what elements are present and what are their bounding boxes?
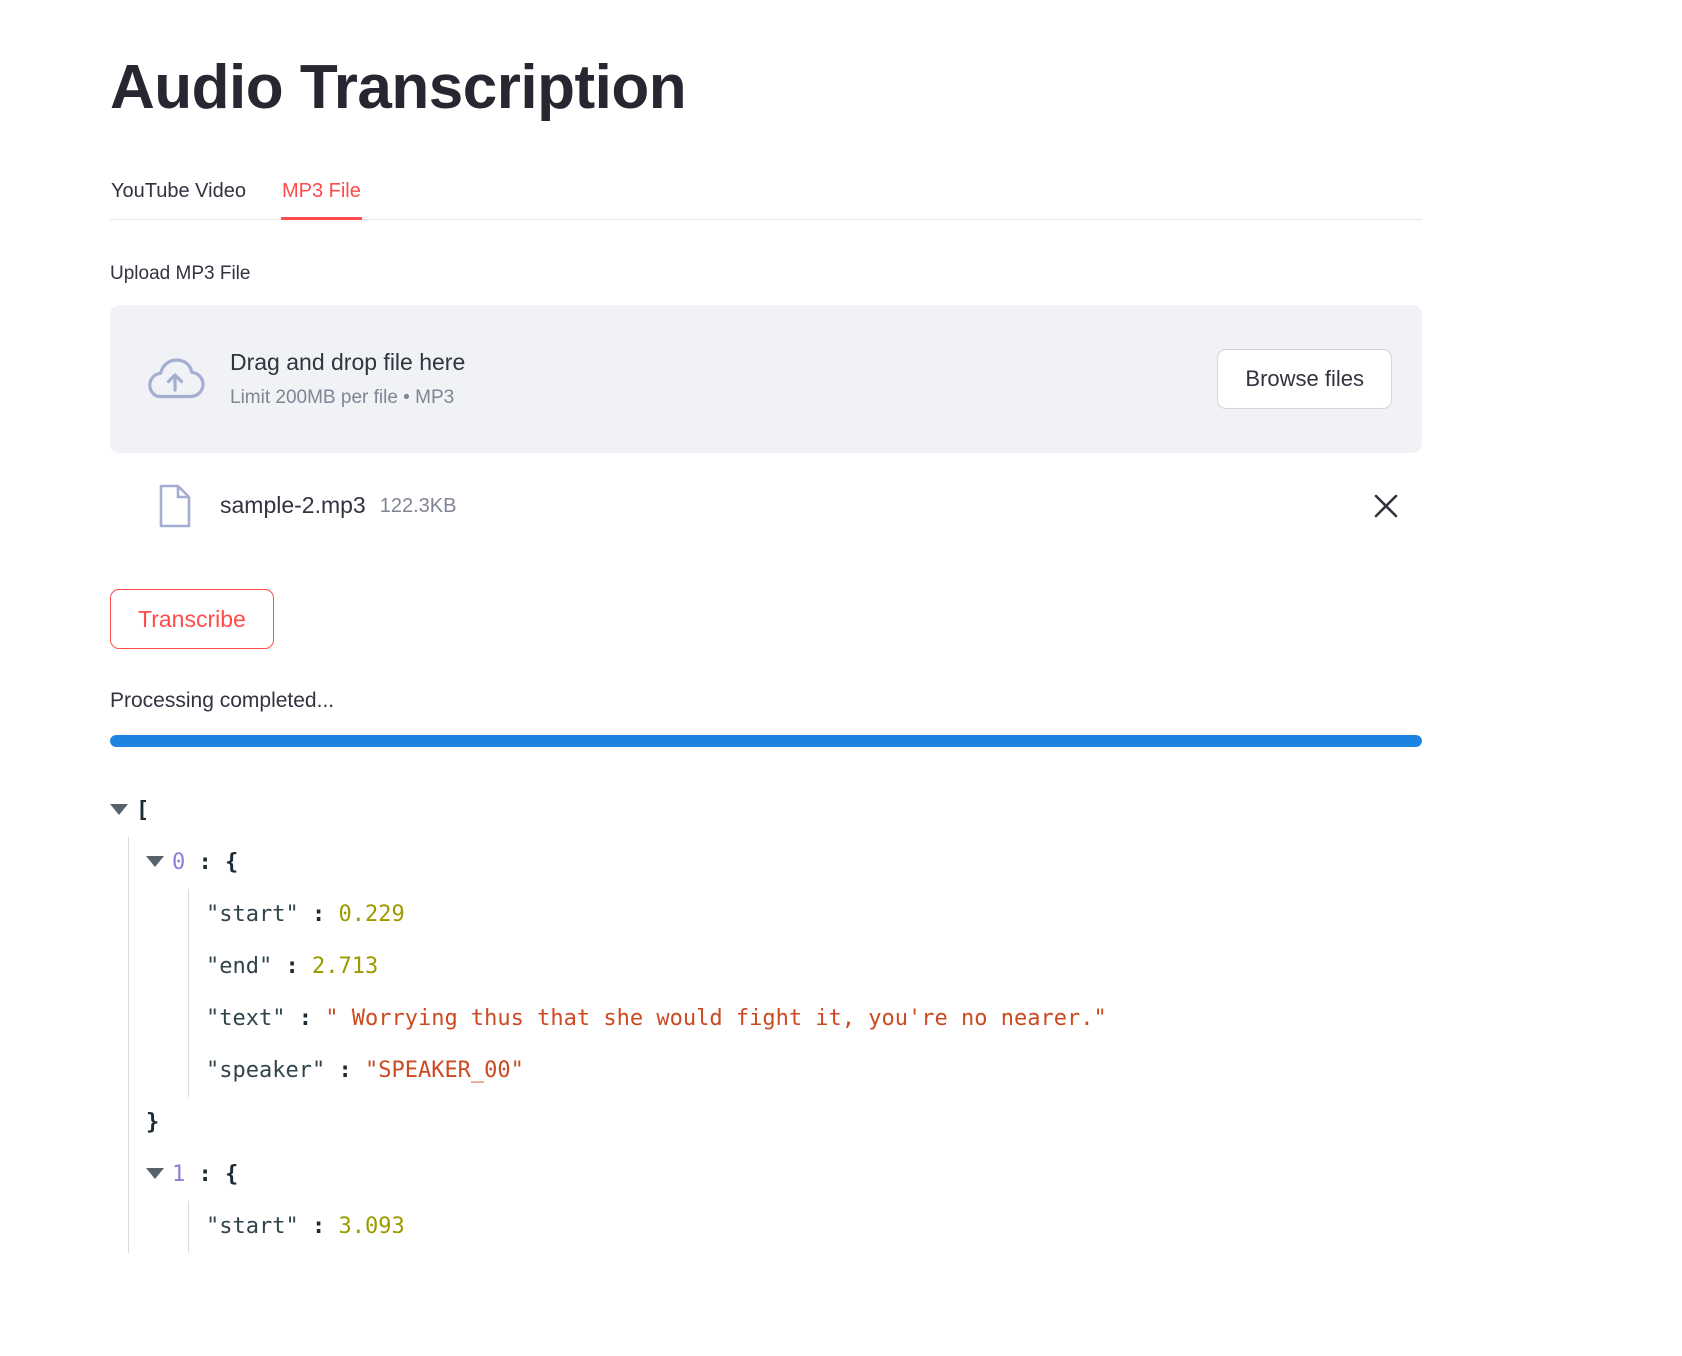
- json-index: 0: [172, 849, 186, 875]
- json-colon: :: [198, 1161, 225, 1187]
- json-index: 1: [172, 1161, 186, 1187]
- json-open-brace: {: [225, 849, 239, 875]
- tab-bar: YouTube Video MP3 File: [110, 181, 1422, 221]
- chevron-down-icon[interactable]: [146, 855, 164, 867]
- json-key: "end": [206, 953, 273, 979]
- json-entry-close: }: [110, 1096, 1422, 1149]
- page-title: Audio Transcription: [110, 53, 687, 122]
- json-close-brace: }: [146, 1109, 160, 1135]
- chevron-down-icon[interactable]: [146, 1167, 164, 1179]
- json-field-row: "start" : 3.093: [110, 1200, 1422, 1253]
- json-key: "start": [206, 901, 299, 927]
- json-colon: :: [298, 1005, 326, 1031]
- json-field-row: "end" : 2.713: [110, 940, 1422, 993]
- json-entry-header[interactable]: 1 : {: [110, 1148, 1422, 1201]
- json-colon: :: [285, 953, 312, 979]
- json-colon: :: [311, 1213, 339, 1239]
- json-output-viewer: [ 0 : { "start" : 0.229 "end" : 2.713 "t…: [110, 785, 1422, 1253]
- json-key: "speaker": [206, 1057, 326, 1083]
- tab-youtube-video[interactable]: YouTube Video: [110, 181, 247, 219]
- json-colon: :: [198, 849, 225, 875]
- tab-mp3-file[interactable]: MP3 File: [280, 181, 362, 221]
- uploaded-file-row: sample-2.mp3 122.3KB: [110, 469, 1422, 543]
- cloud-upload-icon: [138, 355, 212, 403]
- json-open-bracket: [: [136, 797, 150, 823]
- json-key: "text": [206, 1005, 286, 1031]
- json-field-row: "text" : " Worrying thus that she would …: [110, 992, 1422, 1045]
- transcribe-button[interactable]: Transcribe: [110, 588, 274, 650]
- json-field-row: "start" : 0.229: [110, 888, 1422, 941]
- uploaded-file-name: sample-2.mp3: [220, 492, 366, 519]
- json-field-row: "speaker" : "SPEAKER_00": [110, 1044, 1422, 1097]
- json-value: 3.093: [338, 1213, 405, 1239]
- json-root-row[interactable]: [: [110, 785, 1422, 837]
- uploader-label: Upload MP3 File: [110, 263, 251, 285]
- status-text: Processing completed...: [110, 689, 335, 713]
- dropzone-main-text: Drag and drop file here: [230, 349, 466, 376]
- json-value: "SPEAKER_00": [364, 1057, 524, 1083]
- document-icon: [158, 484, 192, 528]
- json-value: " Worrying thus that she would fight it,…: [325, 1005, 1107, 1031]
- chevron-down-icon[interactable]: [110, 803, 128, 815]
- json-colon: :: [311, 901, 339, 927]
- uploaded-file-size: 122.3KB: [379, 494, 457, 517]
- dropzone-text: Drag and drop file here Limit 200MB per …: [230, 347, 1217, 411]
- progress-bar: [110, 734, 1422, 747]
- json-entry-header[interactable]: 0 : {: [110, 836, 1422, 889]
- json-value: 0.229: [338, 901, 405, 927]
- json-value: 2.713: [311, 953, 379, 979]
- dropzone-limit-text: Limit 200MB per file • MP3: [230, 387, 455, 409]
- close-icon: [1374, 494, 1398, 518]
- progress-bar-fill: [110, 734, 1422, 747]
- json-open-brace: {: [225, 1161, 239, 1187]
- json-colon: :: [338, 1057, 365, 1083]
- remove-file-button[interactable]: [1364, 484, 1408, 528]
- file-dropzone[interactable]: Drag and drop file here Limit 200MB per …: [110, 304, 1422, 453]
- json-key: "start": [206, 1213, 299, 1239]
- browse-files-button[interactable]: Browse files: [1217, 348, 1392, 409]
- app-root: Audio Transcription YouTube Video MP3 Fi…: [0, 0, 1682, 1356]
